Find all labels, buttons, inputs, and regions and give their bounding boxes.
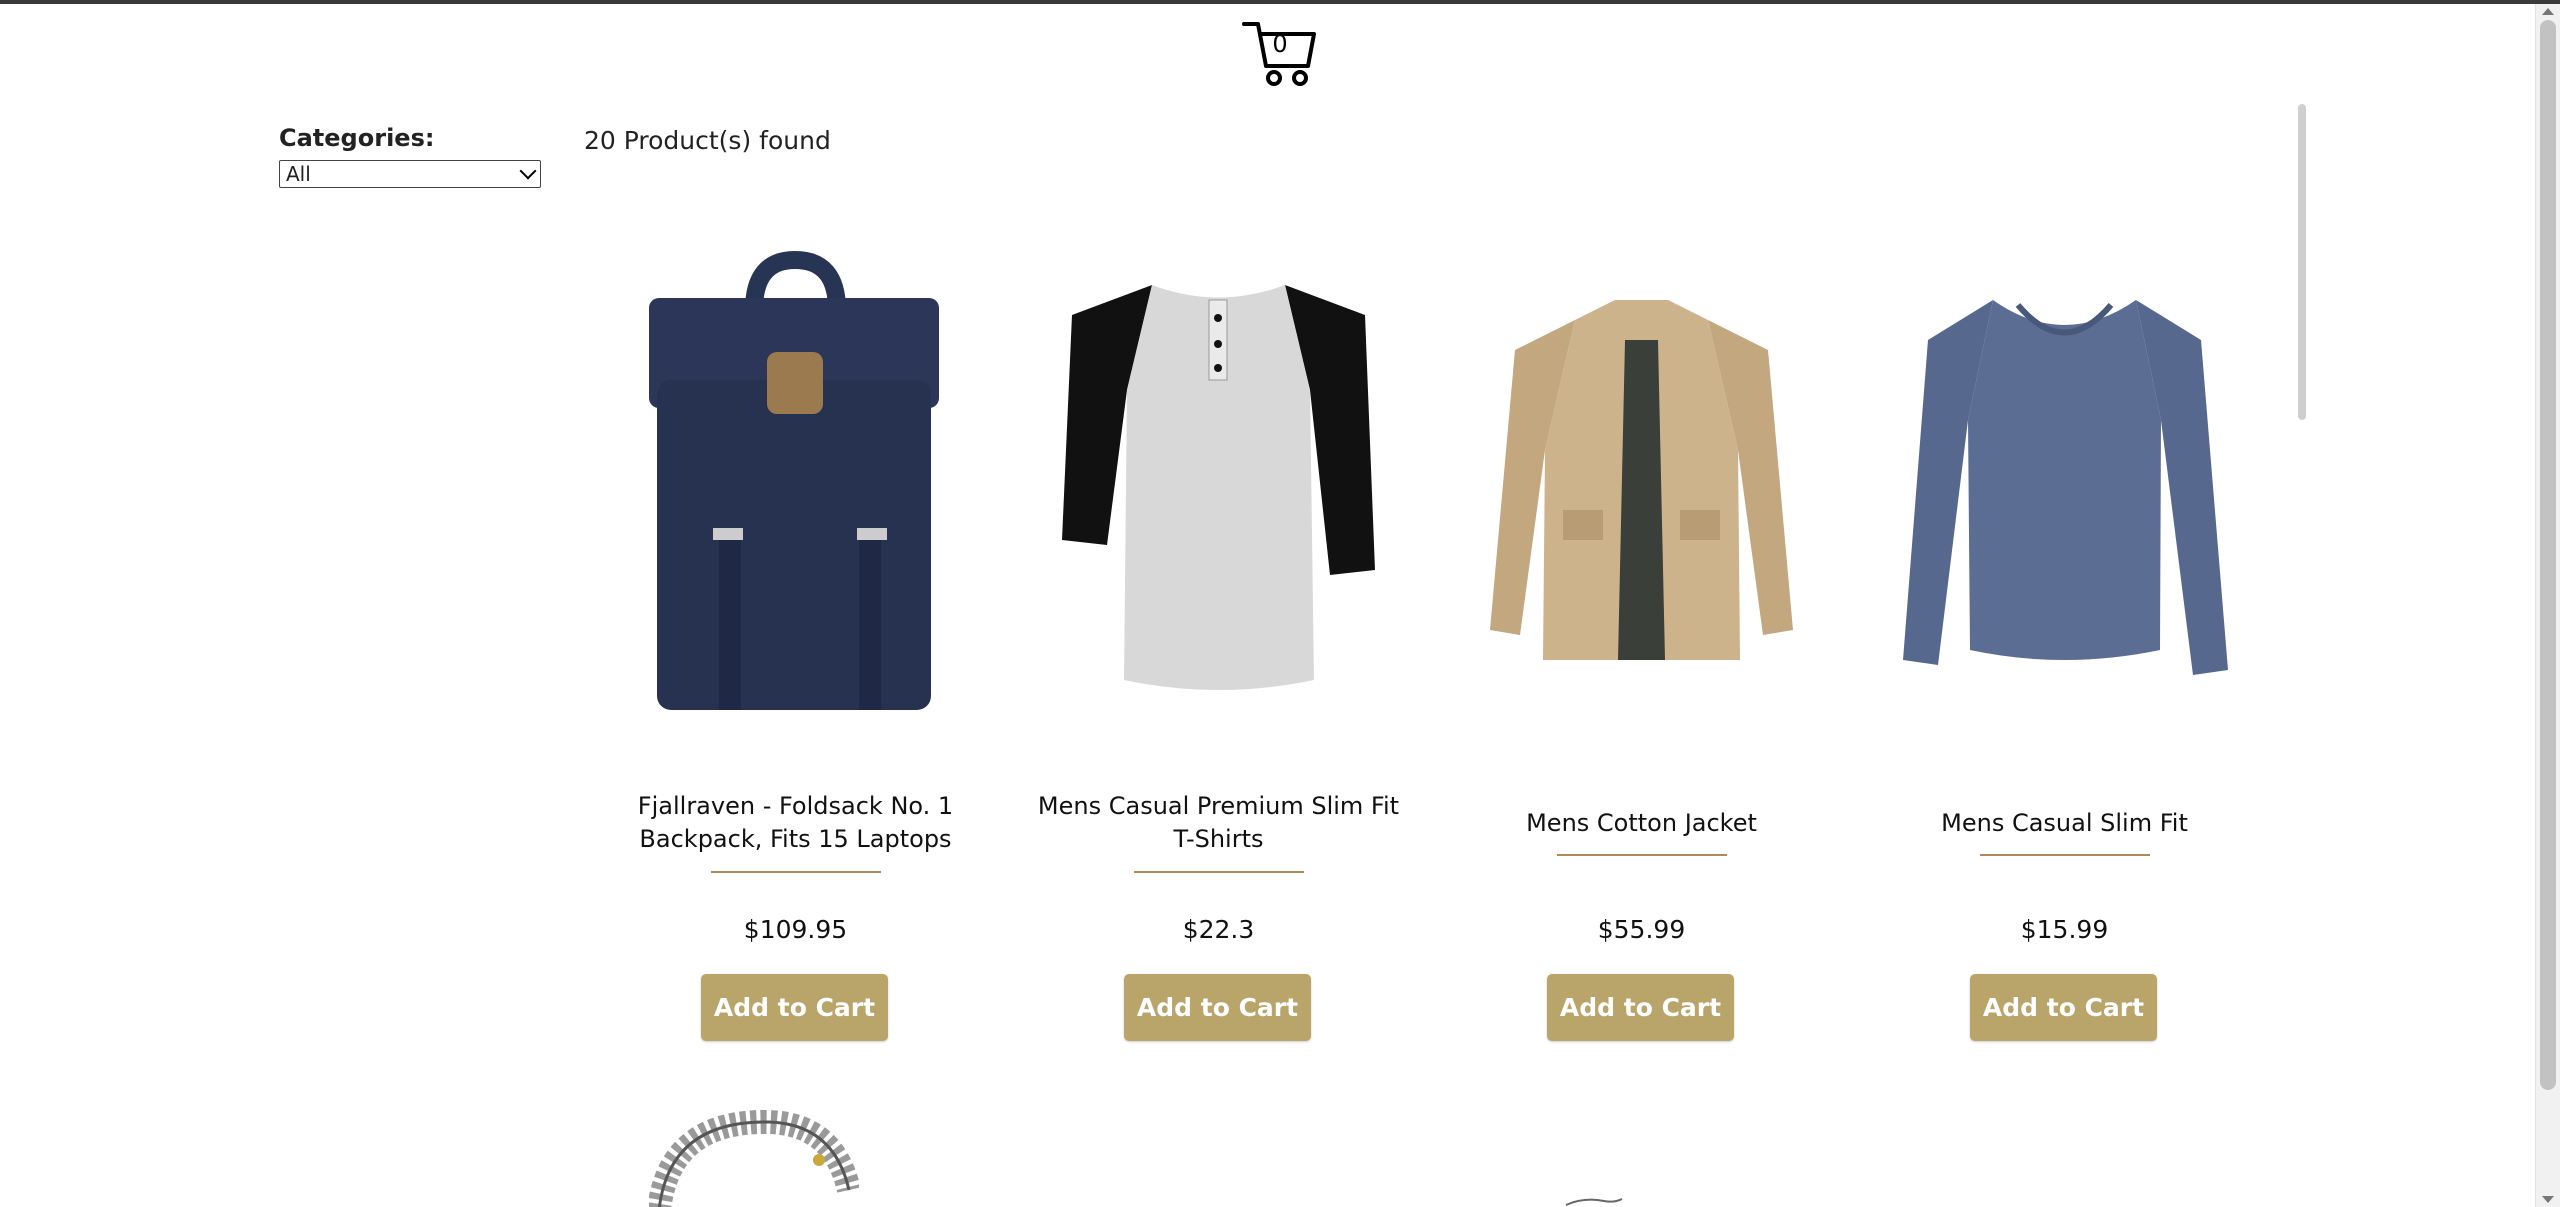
product-title[interactable]: Fjallraven - Foldsack No. 1 Backpack, Fi…: [604, 790, 987, 856]
product-title[interactable]: Mens Casual Premium Slim Fit T-Shirts: [1027, 790, 1410, 856]
add-to-cart-button[interactable]: Add to Cart: [701, 974, 888, 1041]
results-count: 20 Product(s) found: [584, 126, 831, 155]
bracelet-image: [649, 1110, 859, 1207]
product-row-2-partial: [584, 1100, 2284, 1207]
product-price: $22.3: [1182, 915, 1255, 944]
product-grid: Fjallraven - Foldsack No. 1 Backpack, Fi…: [584, 220, 2284, 1041]
chevron-down-icon: [519, 162, 537, 180]
product-card: Mens Cotton Jacket $55.99 Add to Cart: [1430, 220, 1853, 1041]
page-scrollbar[interactable]: [2535, 4, 2560, 1207]
product-card: Mens Casual Slim Fit $15.99 Add to Cart: [1853, 220, 2276, 1041]
backpack-image: [649, 250, 939, 710]
jacket-image: [1490, 300, 1793, 660]
longsleeve-image: [1903, 300, 2228, 675]
category-select[interactable]: All: [279, 160, 541, 188]
add-to-cart-button[interactable]: Add to Cart: [1547, 974, 1734, 1041]
product-card: Mens Casual Premium Slim Fit T-Shirts $2…: [1007, 220, 1430, 1041]
title-divider: [1556, 854, 1727, 856]
scrollbar-thumb[interactable]: [2540, 20, 2556, 1090]
scroll-up-icon[interactable]: [2542, 8, 2554, 15]
product-title[interactable]: Mens Cotton Jacket: [1450, 790, 1833, 856]
product-image-partial: [1565, 1198, 1623, 1206]
product-list-scrollbar[interactable]: [2298, 104, 2306, 420]
cart-button[interactable]: 0: [1240, 18, 1320, 90]
product-price: $55.99: [1597, 915, 1686, 944]
add-to-cart-button[interactable]: Add to Cart: [1970, 974, 2157, 1041]
window-top-bar: [0, 0, 2560, 4]
category-select-value: All: [286, 162, 311, 186]
cart-count: 0: [1272, 30, 1288, 58]
product-price: $15.99: [2020, 915, 2109, 944]
add-to-cart-button[interactable]: Add to Cart: [1124, 974, 1311, 1041]
product-price: $109.95: [743, 915, 848, 944]
title-divider: [1133, 871, 1304, 873]
categories-label: Categories:: [279, 124, 435, 152]
scroll-down-icon[interactable]: [2542, 1196, 2554, 1203]
product-title[interactable]: Mens Casual Slim Fit: [1873, 790, 2256, 856]
tshirt-image: [1062, 285, 1375, 690]
title-divider: [710, 871, 881, 873]
category-filter: Categories: All: [279, 124, 549, 188]
title-divider: [1979, 854, 2150, 856]
product-card: Fjallraven - Foldsack No. 1 Backpack, Fi…: [584, 220, 1007, 1041]
